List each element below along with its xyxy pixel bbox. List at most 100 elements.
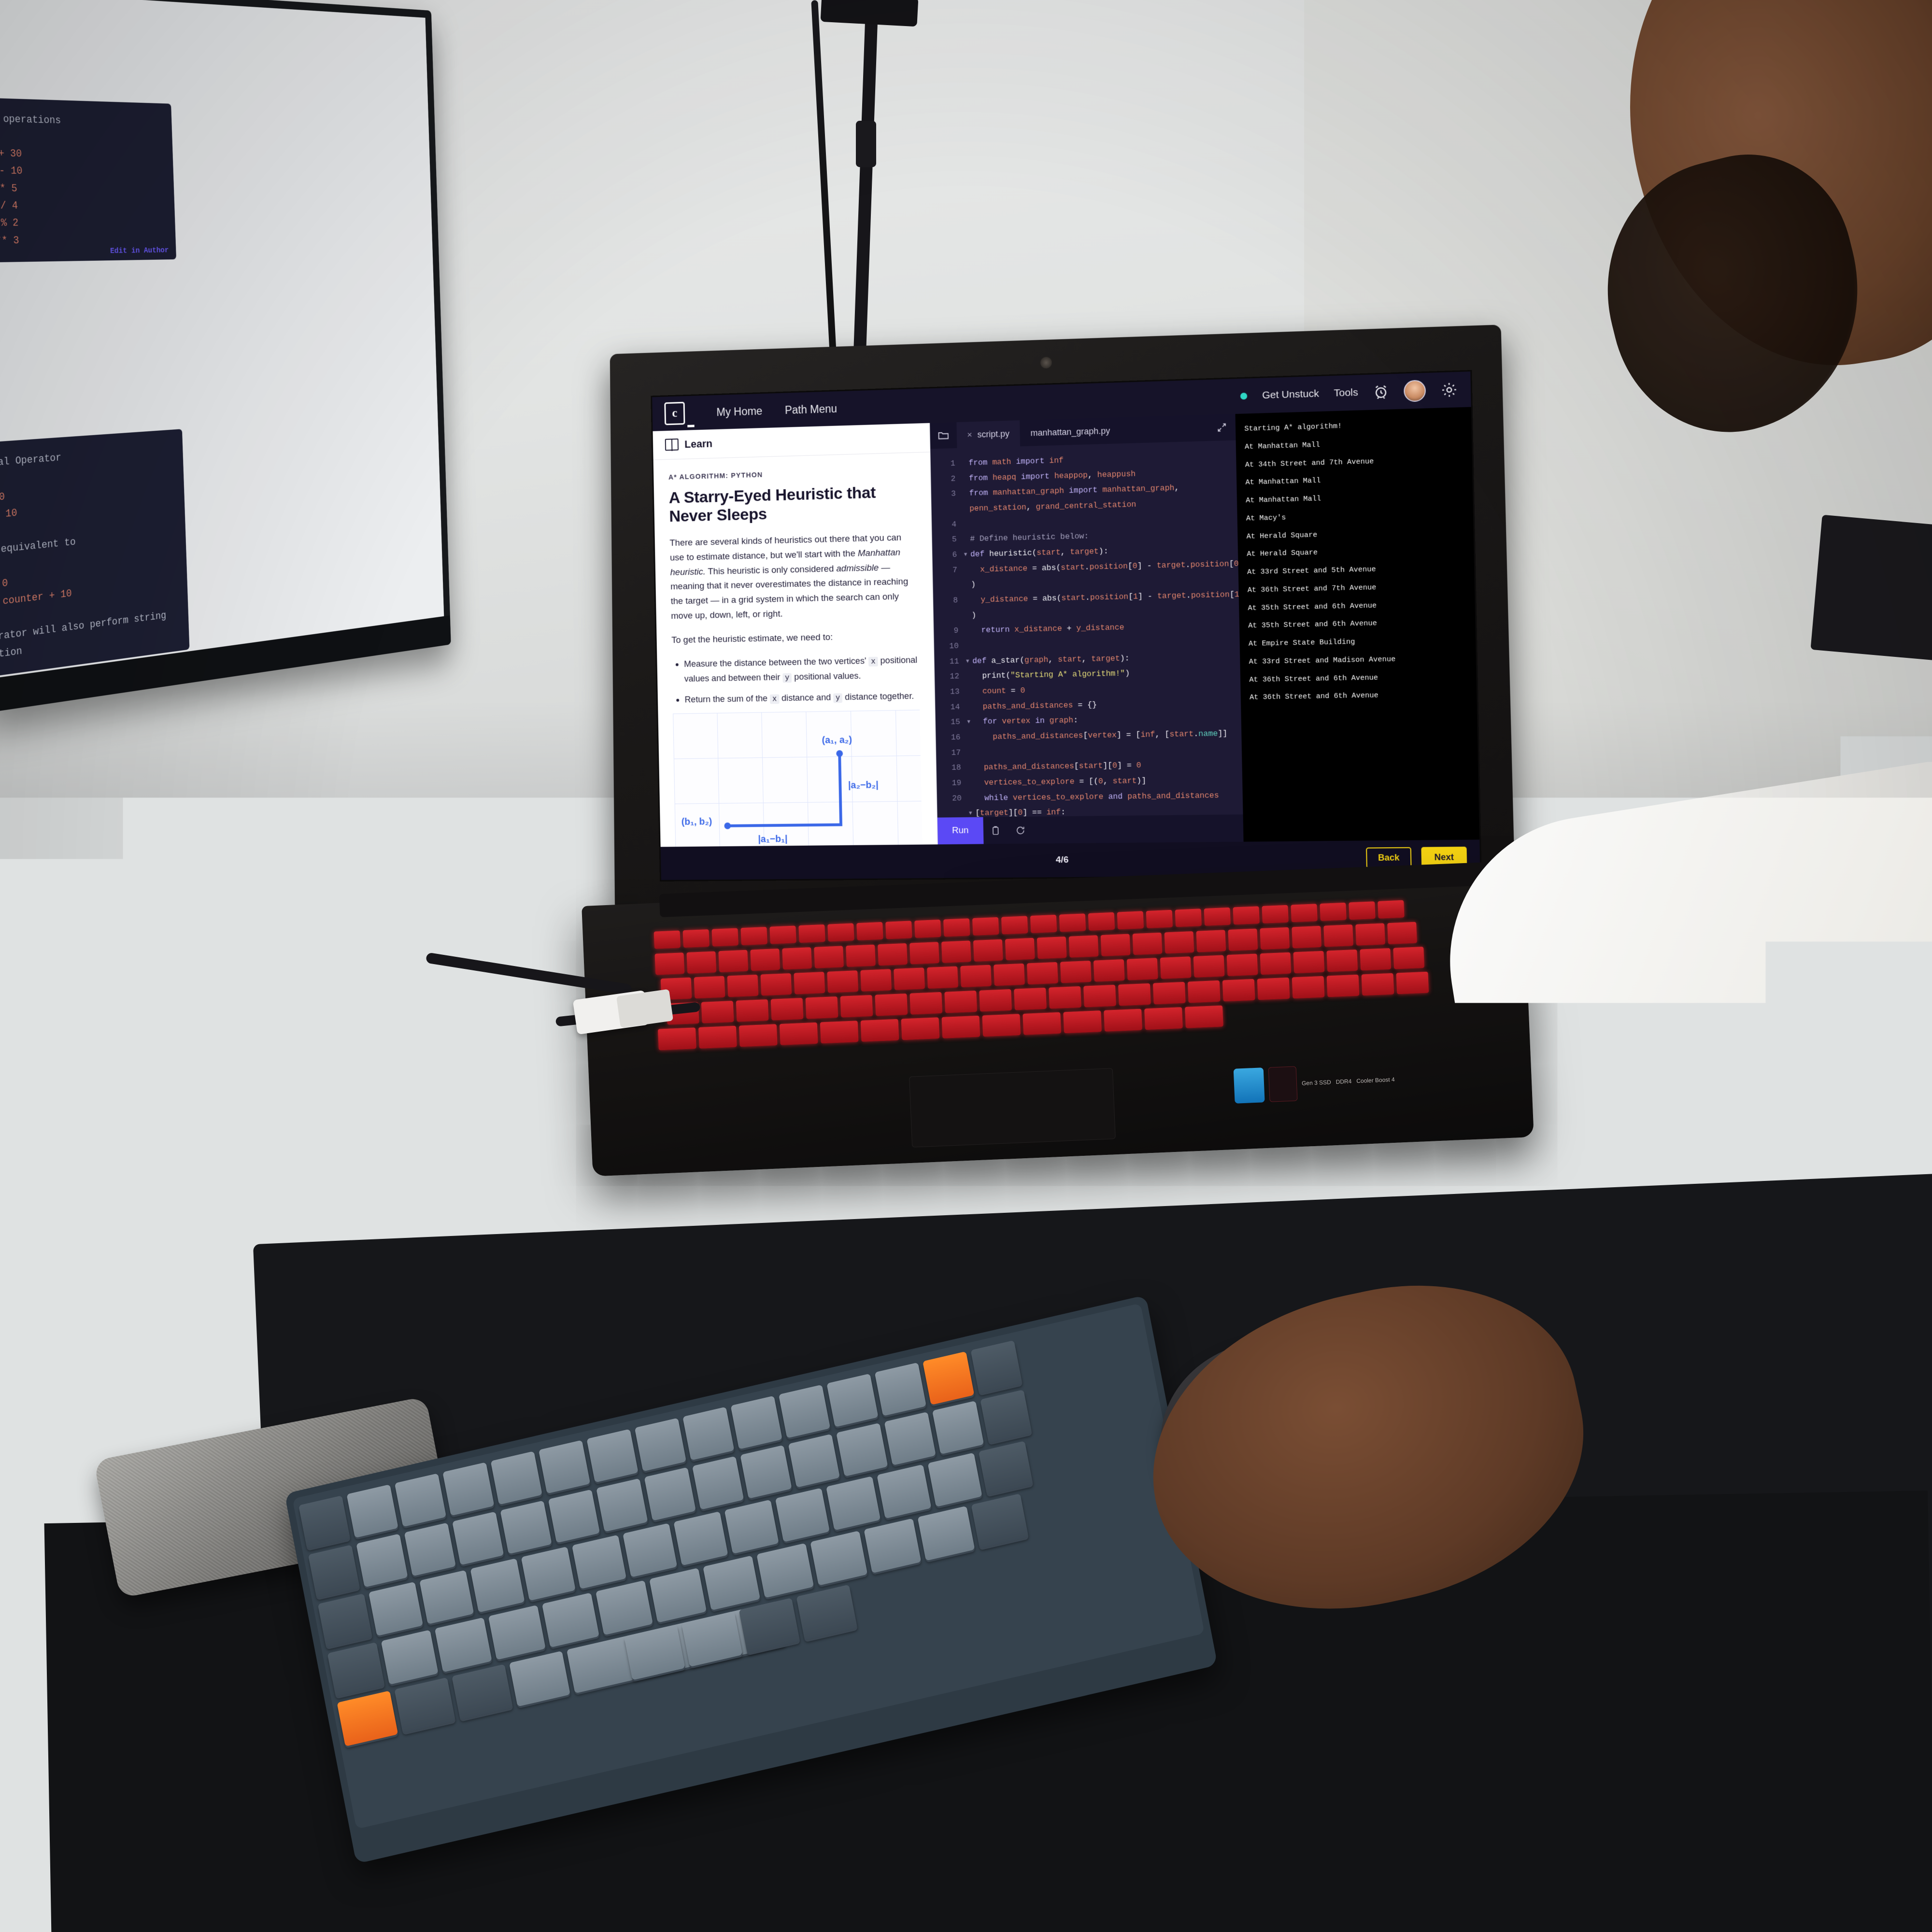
laptop-key[interactable]: [1030, 915, 1057, 933]
laptop-key[interactable]: [1362, 973, 1394, 996]
fold-arrow-icon[interactable]: [962, 471, 969, 486]
nav-get-unstuck[interactable]: Get Unstuck: [1262, 388, 1319, 401]
laptop-key[interactable]: [820, 1021, 859, 1043]
keyboard-key[interactable]: [971, 1340, 1023, 1394]
keyboard-key[interactable]: [826, 1374, 878, 1427]
keyboard-key[interactable]: [980, 1390, 1032, 1443]
laptop-key[interactable]: [909, 992, 942, 1015]
refresh-icon[interactable]: [1008, 825, 1033, 835]
keyboard-key[interactable]: [419, 1570, 474, 1624]
keyboard-key[interactable]: [500, 1501, 552, 1554]
fold-arrow-icon[interactable]: [966, 669, 973, 684]
laptop-key[interactable]: [798, 924, 825, 943]
close-icon[interactable]: ×: [967, 430, 972, 440]
keyboard-key[interactable]: [596, 1580, 653, 1635]
laptop-key[interactable]: [1257, 978, 1290, 1000]
nav-my-home[interactable]: My Home: [716, 404, 763, 418]
laptop-key[interactable]: [740, 927, 767, 945]
laptop-key[interactable]: [1014, 988, 1047, 1010]
laptop-key[interactable]: [827, 970, 858, 993]
keyboard-key[interactable]: [327, 1642, 385, 1697]
fold-arrow-icon[interactable]: [961, 455, 968, 471]
laptop-key[interactable]: [927, 966, 958, 989]
laptop-key[interactable]: [1360, 948, 1391, 971]
fold-arrow-icon[interactable]: [965, 623, 972, 639]
edit-in-author-link[interactable]: Edit in Author: [110, 246, 169, 256]
laptop-key[interactable]: [1378, 900, 1404, 919]
laptop-key[interactable]: [972, 917, 999, 936]
laptop-key[interactable]: [750, 949, 780, 971]
expand-diagonal-icon[interactable]: [1208, 414, 1236, 441]
keyboard-key[interactable]: [810, 1531, 867, 1586]
laptop-trackpad[interactable]: [909, 1068, 1116, 1148]
folder-icon[interactable]: [930, 422, 957, 449]
laptop-key[interactable]: [1188, 980, 1221, 1003]
keyboard-key[interactable]: [971, 1493, 1029, 1548]
laptop-key[interactable]: [1355, 923, 1385, 945]
editor-tab-manhattan-graph-py[interactable]: manhattan_graph.py: [1020, 417, 1121, 446]
keyboard-key[interactable]: [864, 1518, 921, 1573]
keyboard-key[interactable]: [470, 1558, 525, 1612]
laptop-key[interactable]: [846, 945, 876, 967]
laptop-key[interactable]: [1196, 930, 1226, 952]
fold-arrow-icon[interactable]: [967, 791, 975, 806]
laptop-key[interactable]: [979, 989, 1012, 1012]
keyboard-key[interactable]: [692, 1456, 744, 1510]
laptop-key[interactable]: [701, 1001, 734, 1023]
laptop-key[interactable]: [1063, 1010, 1102, 1033]
keyboard-key[interactable]: [836, 1423, 888, 1477]
keyboard-key[interactable]: [779, 1385, 830, 1438]
laptop-key[interactable]: [1153, 982, 1186, 1005]
fold-arrow-icon[interactable]: [967, 745, 974, 760]
laptop-key[interactable]: [856, 922, 883, 940]
laptop-key[interactable]: [941, 1016, 980, 1038]
keyboard-key[interactable]: [635, 1418, 686, 1472]
laptop-key[interactable]: [875, 994, 908, 1016]
gear-icon[interactable]: [1441, 381, 1458, 398]
laptop-key[interactable]: [840, 995, 873, 1018]
fold-arrow-icon[interactable]: ▾: [965, 653, 972, 669]
laptop-key[interactable]: [860, 969, 892, 992]
keyboard-key[interactable]: [369, 1582, 423, 1636]
laptop-key[interactable]: [1292, 976, 1325, 999]
laptop-key[interactable]: [1127, 958, 1158, 980]
learn-tab-label[interactable]: Learn: [684, 438, 712, 451]
keyboard-key[interactable]: [724, 1500, 779, 1554]
laptop-key[interactable]: [782, 947, 812, 969]
laptop-key[interactable]: [1292, 926, 1321, 948]
laptop-key[interactable]: [1027, 962, 1058, 985]
laptop-key[interactable]: [654, 952, 684, 975]
codecademy-logo-icon[interactable]: c: [664, 402, 685, 425]
fold-arrow-icon[interactable]: [964, 608, 971, 623]
keyboard-key[interactable]: [649, 1568, 707, 1623]
laptop-key[interactable]: [885, 921, 912, 939]
laptop-key[interactable]: [1133, 933, 1163, 955]
laptop-key[interactable]: [686, 951, 716, 973]
keyboard-key[interactable]: [875, 1363, 926, 1416]
keyboard-key[interactable]: [442, 1462, 494, 1516]
laptop-key[interactable]: [1001, 916, 1028, 934]
keyboard-key[interactable]: [356, 1534, 408, 1587]
laptop-key[interactable]: [1146, 910, 1173, 928]
laptop-key[interactable]: [1101, 934, 1131, 956]
laptop-key[interactable]: [769, 925, 796, 944]
laptop-key[interactable]: [901, 1017, 940, 1040]
fold-arrow-icon[interactable]: [962, 486, 969, 501]
fold-arrow-icon[interactable]: [964, 593, 971, 608]
clipboard-icon[interactable]: [983, 825, 1008, 836]
keyboard-key[interactable]: [877, 1464, 931, 1519]
nav-path-menu[interactable]: Path Menu: [785, 402, 838, 416]
keyboard-key[interactable]: [775, 1488, 830, 1542]
laptop-key[interactable]: [1005, 938, 1035, 960]
keyboard-key[interactable]: [682, 1407, 734, 1461]
laptop-key[interactable]: [1291, 904, 1317, 922]
laptop-key[interactable]: [1023, 1012, 1061, 1035]
keyboard-key[interactable]: [756, 1543, 814, 1598]
editor-code-area[interactable]: 1 from math import inf 2 from heapq import …: [930, 440, 1243, 817]
alarm-clock-icon[interactable]: [1373, 384, 1389, 400]
laptop-key[interactable]: [1060, 961, 1092, 983]
keyboard-key[interactable]: [740, 1445, 792, 1499]
laptop-key[interactable]: [878, 943, 908, 966]
keyboard-key[interactable]: [381, 1630, 439, 1685]
user-avatar[interactable]: [1404, 380, 1426, 402]
